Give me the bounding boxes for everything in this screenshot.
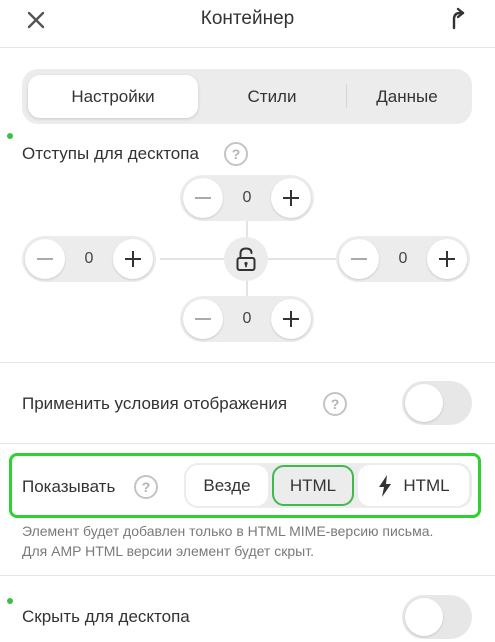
toggle-knob [405, 598, 443, 636]
show-segmented-control: Везде HTML HTML [184, 463, 472, 508]
padding-top-value[interactable]: 0 [223, 175, 271, 221]
panel-title: Контейнер [200, 8, 295, 29]
padding-top-increment-button[interactable] [271, 178, 311, 218]
padding-help-icon[interactable]: ? [224, 142, 248, 166]
section-divider [0, 575, 495, 576]
settings-tabs: Настройки Стили Данные [22, 69, 472, 124]
padding-left-increment-button[interactable] [113, 239, 153, 279]
tab-styles[interactable]: Стили [212, 75, 332, 118]
padding-bottom-increment-button[interactable] [271, 299, 311, 339]
padding-top-decrement-button[interactable] [183, 178, 223, 218]
padding-bottom-value[interactable]: 0 [223, 296, 271, 342]
padding-right-decrement-button[interactable] [339, 239, 379, 279]
tab-settings[interactable]: Настройки [28, 75, 198, 118]
tab-divider [346, 84, 347, 108]
tab-data[interactable]: Данные [352, 75, 462, 118]
hide-desktop-label: Скрыть для десктопа [22, 607, 190, 626]
panel-header: Контейнер [0, 0, 495, 48]
changed-indicator-dot [7, 133, 13, 139]
hide-desktop-toggle[interactable] [402, 595, 472, 639]
padding-label: Отступы для десктопа [22, 144, 199, 163]
toggle-knob [405, 384, 443, 422]
lightning-icon [379, 475, 391, 497]
show-label: Показывать [22, 477, 116, 496]
padding-left-decrement-button[interactable] [25, 239, 65, 279]
show-option-amp-html[interactable]: HTML [358, 465, 469, 506]
display-conditions-help-icon[interactable]: ? [323, 392, 347, 416]
pin-icon[interactable] [446, 6, 470, 32]
padding-lock-button[interactable] [224, 237, 268, 281]
lock-icon [236, 247, 256, 271]
padding-bottom-decrement-button[interactable] [183, 299, 223, 339]
section-divider [0, 443, 495, 444]
show-description: Элемент будет добавлен только в HTML MIM… [22, 523, 434, 559]
padding-top-stepper: 0 [180, 175, 314, 221]
show-option-html[interactable]: HTML [272, 465, 354, 506]
section-divider [0, 362, 495, 363]
amp-html-label: HTML [403, 476, 450, 495]
show-help-icon[interactable]: ? [134, 475, 158, 499]
display-conditions-label: Применить условия отображения [22, 394, 288, 413]
padding-right-increment-button[interactable] [427, 239, 467, 279]
padding-bottom-stepper: 0 [180, 296, 314, 342]
padding-left-stepper: 0 [22, 236, 156, 282]
padding-right-stepper: 0 [336, 236, 470, 282]
padding-right-value[interactable]: 0 [379, 236, 427, 282]
padding-left-value[interactable]: 0 [65, 236, 113, 282]
display-conditions-toggle[interactable] [402, 381, 472, 425]
changed-indicator-dot [7, 598, 13, 604]
show-option-everywhere[interactable]: Везде [186, 465, 268, 506]
